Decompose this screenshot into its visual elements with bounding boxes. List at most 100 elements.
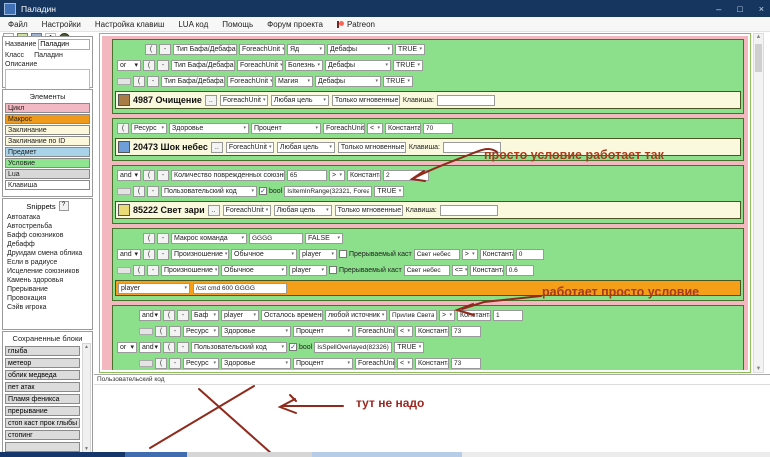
menu-item-Настройки[interactable]: Настройки xyxy=(42,20,81,29)
dropdown[interactable]: ForeachUnit▾ xyxy=(355,358,395,369)
saved-scrollbar[interactable]: ▲▼ xyxy=(82,343,91,453)
dropdown[interactable]: Константа▾ xyxy=(457,310,491,321)
dropdown[interactable]: любой источник▾ xyxy=(325,310,387,321)
element-item-Клавиша[interactable]: Клавиша xyxy=(5,180,90,190)
close-button[interactable]: × xyxy=(759,4,764,14)
dropdown[interactable]: Дебафы▾ xyxy=(327,44,393,55)
dropdown[interactable]: >▾ xyxy=(439,310,455,321)
dropdown[interactable]: TRUE▾ xyxy=(393,60,423,71)
dropdown[interactable]: ForeachUnit▾ xyxy=(226,142,274,153)
saved-block-item[interactable]: метеор xyxy=(5,358,80,368)
paren-button[interactable]: ( xyxy=(145,44,157,55)
dropdown[interactable]: Дебафы▾ xyxy=(325,60,391,71)
dropdown[interactable]: <=▾ xyxy=(452,265,468,276)
dropdown[interactable]: Тип Бафа/Дебафа▾ xyxy=(173,44,237,55)
text-input[interactable] xyxy=(193,283,287,294)
snippet-item[interactable]: Друидам смена облика xyxy=(3,249,92,258)
element-item-Заклинание[interactable]: Заклинание xyxy=(5,125,90,135)
snippet-item[interactable]: Дебафф xyxy=(3,240,92,249)
checkbox-field[interactable]: ✓bool xyxy=(259,187,282,195)
snippet-item[interactable]: Сэйв игрока xyxy=(3,303,92,312)
text-input[interactable] xyxy=(437,95,495,106)
dropdown[interactable]: Константа▾ xyxy=(415,326,449,337)
connector-handle[interactable] xyxy=(117,188,131,195)
dropdown[interactable]: <▾ xyxy=(397,326,413,337)
more-button[interactable]: .. xyxy=(208,205,220,216)
dropdown[interactable]: and▾ xyxy=(117,249,141,260)
dropdown[interactable]: Обычное▾ xyxy=(221,265,287,276)
dropdown[interactable]: Процент▾ xyxy=(251,123,321,134)
remove-button[interactable]: - xyxy=(169,326,181,337)
dropdown[interactable]: Болезнь▾ xyxy=(285,60,323,71)
dropdown[interactable]: and▾ xyxy=(139,310,161,321)
saved-block-item[interactable]: стопинг xyxy=(5,430,80,440)
checkbox-icon[interactable] xyxy=(339,250,347,258)
dropdown[interactable]: Любая цель▾ xyxy=(274,205,332,216)
dropdown[interactable]: and▾ xyxy=(139,342,161,353)
dropdown[interactable]: Здоровье▾ xyxy=(169,123,249,134)
paren-button[interactable]: ( xyxy=(163,310,175,321)
dropdown[interactable]: Процент▾ xyxy=(293,326,353,337)
paren-button[interactable]: ( xyxy=(143,60,155,71)
dropdown[interactable]: Процент▾ xyxy=(293,358,353,369)
dropdown[interactable]: Количество поврежденных союзников▾ xyxy=(171,170,285,181)
dropdown[interactable]: <▾ xyxy=(397,358,413,369)
dropdown[interactable]: TRUE▾ xyxy=(383,76,413,87)
dropdown[interactable]: ForeachUnit▾ xyxy=(237,60,283,71)
connector-handle[interactable] xyxy=(117,78,131,85)
checkbox-icon[interactable]: ✓ xyxy=(289,343,297,351)
menu-item-Форум проекта[interactable]: Форум проекта xyxy=(267,20,323,29)
remove-button[interactable]: - xyxy=(157,170,169,181)
spell-row[interactable]: 4987 Очищение..ForeachUnit▾Любая цель▾То… xyxy=(115,91,741,109)
remove-button[interactable]: - xyxy=(157,233,169,244)
connector-handle[interactable] xyxy=(139,328,153,335)
paren-button[interactable]: ( xyxy=(117,123,129,134)
checkbox-field[interactable]: Прерываемый каст xyxy=(339,250,412,258)
minimize-button[interactable]: – xyxy=(716,4,721,14)
main-scrollbar[interactable]: ▲▼ xyxy=(753,33,764,373)
dropdown[interactable]: or▾ xyxy=(117,60,141,71)
dropdown[interactable]: TRUE▾ xyxy=(394,342,424,353)
dropdown[interactable]: ForeachUnit▾ xyxy=(223,205,271,216)
more-button[interactable]: .. xyxy=(205,95,217,106)
paren-button[interactable]: ( xyxy=(133,265,145,276)
remove-button[interactable]: - xyxy=(159,44,171,55)
saved-block-item[interactable]: облик медведа xyxy=(5,370,80,380)
saved-block-item[interactable]: глыба xyxy=(5,346,80,356)
menu-item-patreon[interactable]: Patreon xyxy=(337,20,375,29)
text-input[interactable] xyxy=(423,123,453,134)
saved-block-item[interactable]: пет атак xyxy=(5,382,80,392)
remove-button[interactable]: - xyxy=(177,310,189,321)
dropdown[interactable]: Баф▾ xyxy=(191,310,219,321)
text-input[interactable] xyxy=(389,310,437,321)
menu-item-Файл[interactable]: Файл xyxy=(8,20,28,29)
snippet-item[interactable]: Прерывание xyxy=(3,285,92,294)
saved-block-item[interactable]: стоп каст прок глыбы xyxy=(5,418,80,428)
checkbox-icon[interactable]: ✓ xyxy=(259,187,267,195)
dropdown[interactable]: ForeachUnit▾ xyxy=(323,123,365,134)
text-input[interactable] xyxy=(451,326,481,337)
element-item-Цикл[interactable]: Цикл xyxy=(5,103,90,113)
dropdown[interactable]: TRUE▾ xyxy=(395,44,425,55)
spell-row[interactable]: 85222 Свет зари..ForeachUnit▾Любая цель▾… xyxy=(115,201,741,219)
dropdown[interactable]: Ресурс▾ xyxy=(131,123,167,134)
menu-item-Настройка клавиш[interactable]: Настройка клавиш xyxy=(95,20,164,29)
text-input[interactable] xyxy=(414,249,460,260)
element-item-Lua[interactable]: Lua xyxy=(5,169,90,179)
dropdown[interactable]: Пользовательский код▾ xyxy=(161,186,257,197)
paren-button[interactable]: ( xyxy=(155,358,167,369)
dropdown[interactable]: ForeachUnit▾ xyxy=(239,44,285,55)
text-input[interactable] xyxy=(440,205,498,216)
element-item-Условие[interactable]: Условие xyxy=(5,158,90,168)
remove-button[interactable]: - xyxy=(177,342,189,353)
remove-button[interactable]: - xyxy=(147,76,159,87)
dropdown[interactable]: Ресурс▾ xyxy=(183,326,219,337)
dropdown[interactable]: Произношение▾ xyxy=(171,249,229,260)
element-item-Предмет[interactable]: Предмет xyxy=(5,147,90,157)
remove-button[interactable]: - xyxy=(169,358,181,369)
text-input[interactable] xyxy=(404,265,450,276)
paren-button[interactable]: ( xyxy=(133,76,145,87)
more-button[interactable]: .. xyxy=(211,142,223,153)
text-input[interactable] xyxy=(516,249,544,260)
dropdown[interactable]: Константа▾ xyxy=(385,123,421,134)
